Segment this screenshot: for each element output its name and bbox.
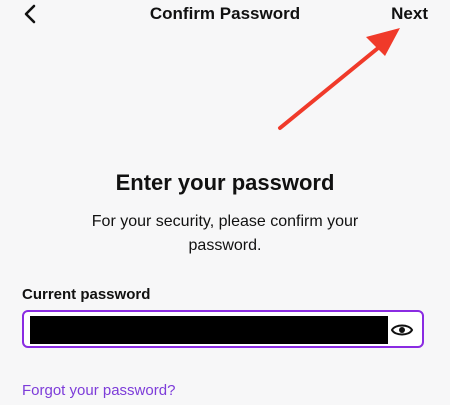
password-mask <box>30 316 388 344</box>
password-label: Current password <box>22 286 151 303</box>
password-input[interactable] <box>22 310 424 348</box>
eye-icon <box>390 324 414 336</box>
next-button[interactable]: Next <box>391 4 428 24</box>
nav-bar: Confirm Password Next <box>0 0 450 30</box>
heading: Enter your password <box>115 170 335 195</box>
show-password-button[interactable] <box>390 319 414 341</box>
page-title: Confirm Password <box>149 4 301 23</box>
forgot-password-link[interactable]: Forgot your password? <box>22 382 175 399</box>
subtitle: For your security, please confirm your p… <box>91 213 359 254</box>
